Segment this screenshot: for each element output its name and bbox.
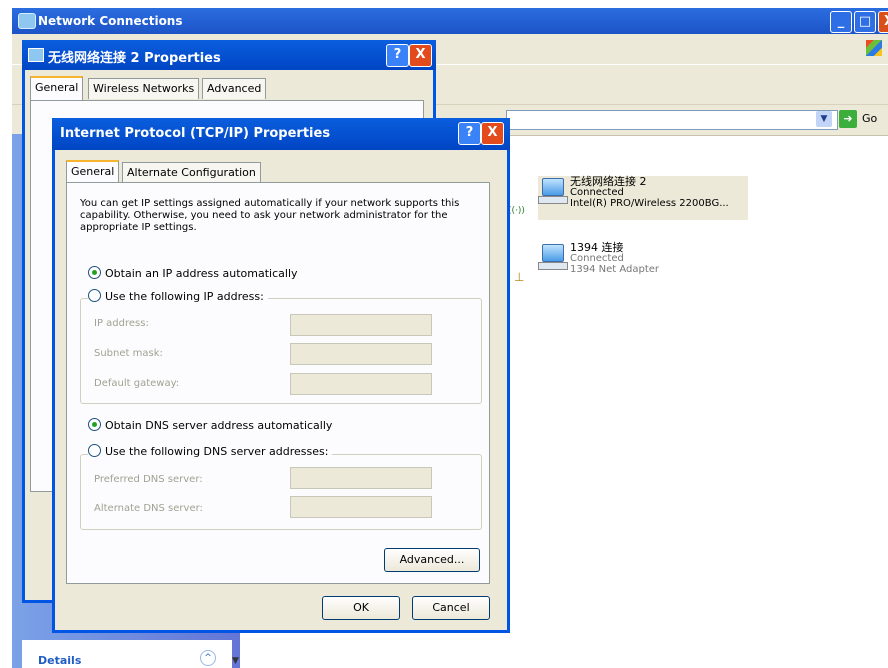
minimize-button[interactable]: _ xyxy=(830,11,852,33)
subnet-mask-label: Subnet mask: xyxy=(94,348,163,359)
dns-manual-radio[interactable]: Use the following DNS server addresses: xyxy=(88,444,333,458)
cancel-button[interactable]: Cancel xyxy=(412,596,490,620)
radio-unselected-icon xyxy=(88,289,101,302)
tab-alternate-configuration[interactable]: Alternate Configuration xyxy=(122,162,261,183)
dialog-title: Internet Protocol (TCP/IP) Properties xyxy=(60,126,331,141)
go-button[interactable]: Go xyxy=(862,112,877,125)
connection-status: Connected xyxy=(570,187,624,198)
connection-adapter: Intel(R) PRO/Wireless 2200BG... xyxy=(570,198,729,209)
connection-item-1394[interactable]: 1394 连接 Connected 1394 Net Adapter xyxy=(538,242,698,282)
dns-manual-label: Use the following DNS server addresses: xyxy=(105,445,329,458)
ip-auto-radio[interactable]: Obtain an IP address automatically xyxy=(88,266,302,280)
close-button[interactable]: X xyxy=(481,122,504,145)
tab-general[interactable]: General xyxy=(30,76,84,100)
advanced-button[interactable]: Advanced... xyxy=(384,548,480,572)
network-connections-titlebar: Network Connections _ □ X xyxy=(12,8,888,34)
close-button[interactable]: X xyxy=(878,11,888,33)
maximize-button[interactable]: □ xyxy=(854,11,876,33)
ip-address-label: IP address: xyxy=(94,318,149,329)
connection-item-wireless[interactable]: 无线网络连接 2 Connected Intel(R) PRO/Wireless… xyxy=(538,176,748,220)
wireless-properties-titlebar: 无线网络连接 2 Properties ? X xyxy=(22,40,436,70)
connection-name: 1394 连接 xyxy=(570,241,624,254)
address-input[interactable] xyxy=(506,110,838,130)
details-title[interactable]: Details xyxy=(38,654,81,667)
network-connections-icon xyxy=(18,13,36,29)
connection-status: Connected xyxy=(570,253,624,264)
dns-settings-group xyxy=(80,454,482,530)
ip-manual-radio[interactable]: Use the following IP address: xyxy=(88,289,268,303)
chevron-down-icon[interactable]: ▼ xyxy=(232,656,244,666)
tab-wireless-networks[interactable]: Wireless Networks xyxy=(88,78,200,99)
ok-button[interactable]: OK xyxy=(322,596,400,620)
default-gateway-field[interactable] xyxy=(290,373,432,395)
preferred-dns-label: Preferred DNS server: xyxy=(94,474,203,485)
preferred-dns-field[interactable] xyxy=(290,467,432,489)
radio-selected-icon xyxy=(88,418,101,431)
wireless-signal-icon: ((·)) xyxy=(508,206,525,216)
ip-auto-label: Obtain an IP address automatically xyxy=(105,267,298,280)
network-computer-icon xyxy=(538,176,568,206)
tab-general[interactable]: General xyxy=(66,160,120,184)
default-gateway-label: Default gateway: xyxy=(94,378,180,389)
dialog-title: 无线网络连接 2 Properties xyxy=(48,51,221,66)
radio-unselected-icon xyxy=(88,444,101,457)
help-button[interactable]: ? xyxy=(386,44,409,67)
dns-auto-radio[interactable]: Obtain DNS server address automatically xyxy=(88,418,337,432)
ip-address-field[interactable] xyxy=(290,314,432,336)
radio-selected-icon xyxy=(88,266,101,279)
alternate-dns-field[interactable] xyxy=(290,496,432,518)
window-title: Network Connections xyxy=(38,14,183,28)
ip-manual-label: Use the following IP address: xyxy=(105,290,264,303)
cable-icon: ⊥ xyxy=(514,270,525,284)
network-connection-icon xyxy=(28,48,44,62)
connection-name: 无线网络连接 2 xyxy=(570,175,647,188)
connection-adapter: 1394 Net Adapter xyxy=(570,264,660,275)
subnet-mask-field[interactable] xyxy=(290,343,432,365)
network-computer-icon xyxy=(538,242,568,272)
close-button[interactable]: X xyxy=(409,44,432,67)
chevron-up-icon[interactable]: ^ xyxy=(200,650,216,666)
help-button[interactable]: ? xyxy=(458,122,481,145)
dns-auto-label: Obtain DNS server address automatically xyxy=(105,419,333,432)
intro-text: You can get IP settings assigned automat… xyxy=(80,198,460,233)
alternate-dns-label: Alternate DNS server: xyxy=(94,503,203,514)
tcpip-titlebar: Internet Protocol (TCP/IP) Properties ? … xyxy=(52,118,510,150)
address-dropdown-icon[interactable]: ▼ xyxy=(816,111,832,127)
go-arrow-icon[interactable]: ➜ xyxy=(839,110,857,128)
tab-advanced[interactable]: Advanced xyxy=(202,78,267,99)
windows-logo-icon xyxy=(866,40,882,56)
